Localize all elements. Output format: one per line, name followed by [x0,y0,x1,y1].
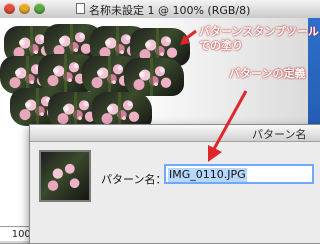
pattern-tile [124,58,184,96]
stamp-tool-annotation: パターンスタンプツール での塗り [199,25,319,53]
pattern-name-label: パターン名： [101,173,167,186]
stamp-tool-annotation-line2: での塗り [199,39,243,52]
document-titlebar[interactable]: 名称未設定 1 @ 100% (RGB/8) [0,0,320,19]
dialog-titlebar[interactable]: パターン名 [30,125,320,142]
pattern-thumbnail [39,150,91,202]
minimize-button[interactable] [19,3,30,14]
stamp-tool-annotation-line1: パターンスタンプツール [199,25,319,38]
pattern-definition-annotation: パターンの定義 [229,67,306,80]
document-icon [76,3,85,14]
pattern-name-dialog: パターン名 パターン名： IMG_0110.JPG [29,124,320,244]
zoom-button[interactable] [34,3,45,14]
pattern-name-input[interactable]: IMG_0110.JPG [164,164,314,184]
close-button[interactable] [4,3,15,14]
dialog-title: パターン名 [252,128,307,141]
pattern-name-value: IMG_0110.JPG [168,168,247,182]
document-title: 名称未設定 1 @ 100% (RGB/8) [89,4,251,17]
